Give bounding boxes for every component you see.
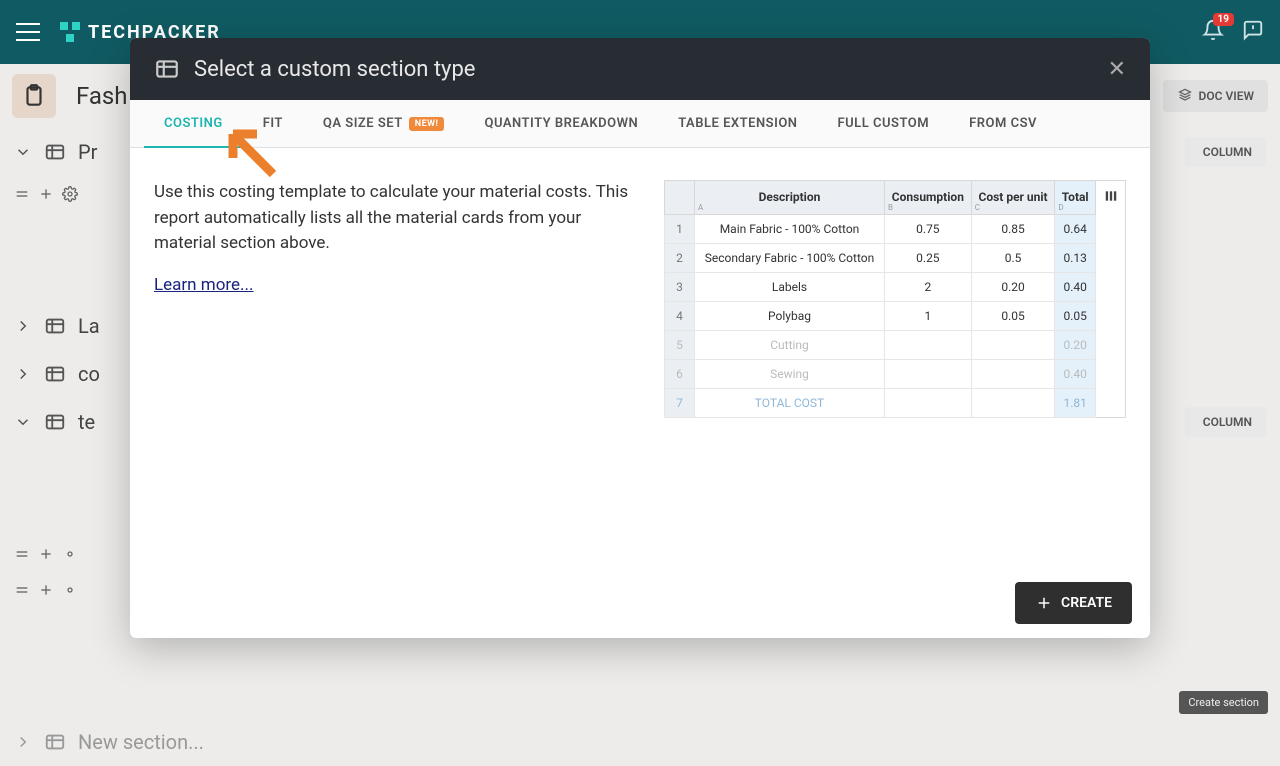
- tab-costing[interactable]: COSTING: [144, 100, 243, 147]
- new-section-label: New section...: [78, 730, 204, 754]
- table-row: 2Secondary Fabric - 100% Cotton0.250.50.…: [665, 243, 1126, 272]
- preview-table: ADescription BConsumption CCost per unit…: [664, 180, 1126, 418]
- modal-tabs: COSTING FIT QA SIZE SET NEW! QUANTITY BR…: [130, 100, 1150, 148]
- plus-icon[interactable]: [38, 186, 54, 202]
- table-icon: [154, 56, 180, 82]
- learn-more-link[interactable]: Learn more...: [154, 275, 253, 295]
- plus-icon[interactable]: [38, 582, 54, 598]
- tab-table-extension[interactable]: TABLE EXTENSION: [658, 100, 817, 147]
- tab-quantity-breakdown[interactable]: QUANTITY BREAKDOWN: [464, 100, 658, 147]
- section-description: Use this costing template to calculate y…: [154, 180, 634, 257]
- modal-title: Select a custom section type: [194, 57, 475, 82]
- chevron-right-icon: [14, 365, 32, 383]
- help-icon[interactable]: [1242, 19, 1264, 45]
- page-title: Fash: [76, 82, 128, 110]
- notification-badge: 19: [1213, 13, 1234, 26]
- tab-full-custom[interactable]: FULL CUSTOM: [818, 100, 950, 147]
- table-icon: [44, 411, 66, 433]
- section-type-modal: Select a custom section type ✕ COSTING F…: [130, 38, 1150, 638]
- create-button[interactable]: CREATE: [1015, 582, 1132, 624]
- gear-icon[interactable]: [62, 546, 78, 562]
- drag-icon[interactable]: [14, 582, 30, 598]
- table-row: 6Sewing0.40: [665, 359, 1126, 388]
- logo-icon: [60, 22, 80, 42]
- table-row: 3Labels20.200.40: [665, 272, 1126, 301]
- table-icon: [44, 363, 66, 385]
- chevron-down-icon: [14, 413, 32, 431]
- new-section-row[interactable]: New section...: [0, 718, 1280, 766]
- add-column-button[interactable]: COLUMN: [1185, 407, 1266, 437]
- notifications-button[interactable]: 19: [1202, 19, 1224, 45]
- chevron-right-icon: [14, 733, 32, 751]
- gear-icon[interactable]: [62, 186, 78, 202]
- drag-icon[interactable]: [14, 186, 30, 202]
- new-badge: NEW!: [409, 117, 445, 131]
- close-icon[interactable]: ✕: [1108, 57, 1126, 82]
- create-section-tooltip: Create section: [1179, 691, 1268, 714]
- tab-from-csv[interactable]: FROM CSV: [949, 100, 1057, 147]
- plus-icon[interactable]: [38, 546, 54, 562]
- table-icon: [44, 141, 66, 163]
- menu-icon[interactable]: [16, 23, 40, 41]
- table-row: 5Cutting0.20: [665, 330, 1126, 359]
- clipboard-icon: [12, 74, 56, 118]
- tab-fit[interactable]: FIT: [243, 100, 303, 147]
- columns-icon[interactable]: [1104, 189, 1118, 203]
- table-row: 4Polybag10.050.05: [665, 301, 1126, 330]
- table-icon: [44, 315, 66, 337]
- drag-icon[interactable]: [14, 546, 30, 562]
- table-icon: [44, 731, 66, 753]
- table-row: 1Main Fabric - 100% Cotton0.750.850.64: [665, 214, 1126, 243]
- tab-qa-size-set[interactable]: QA SIZE SET NEW!: [303, 100, 465, 147]
- add-column-button[interactable]: COLUMN: [1185, 137, 1266, 167]
- chevron-down-icon: [14, 143, 32, 161]
- gear-icon[interactable]: [62, 582, 78, 598]
- chevron-right-icon: [14, 317, 32, 335]
- table-row: 7TOTAL COST1.81: [665, 388, 1126, 417]
- doc-view-button[interactable]: DOC VIEW: [1163, 80, 1268, 112]
- modal-header: Select a custom section type ✕: [130, 38, 1150, 100]
